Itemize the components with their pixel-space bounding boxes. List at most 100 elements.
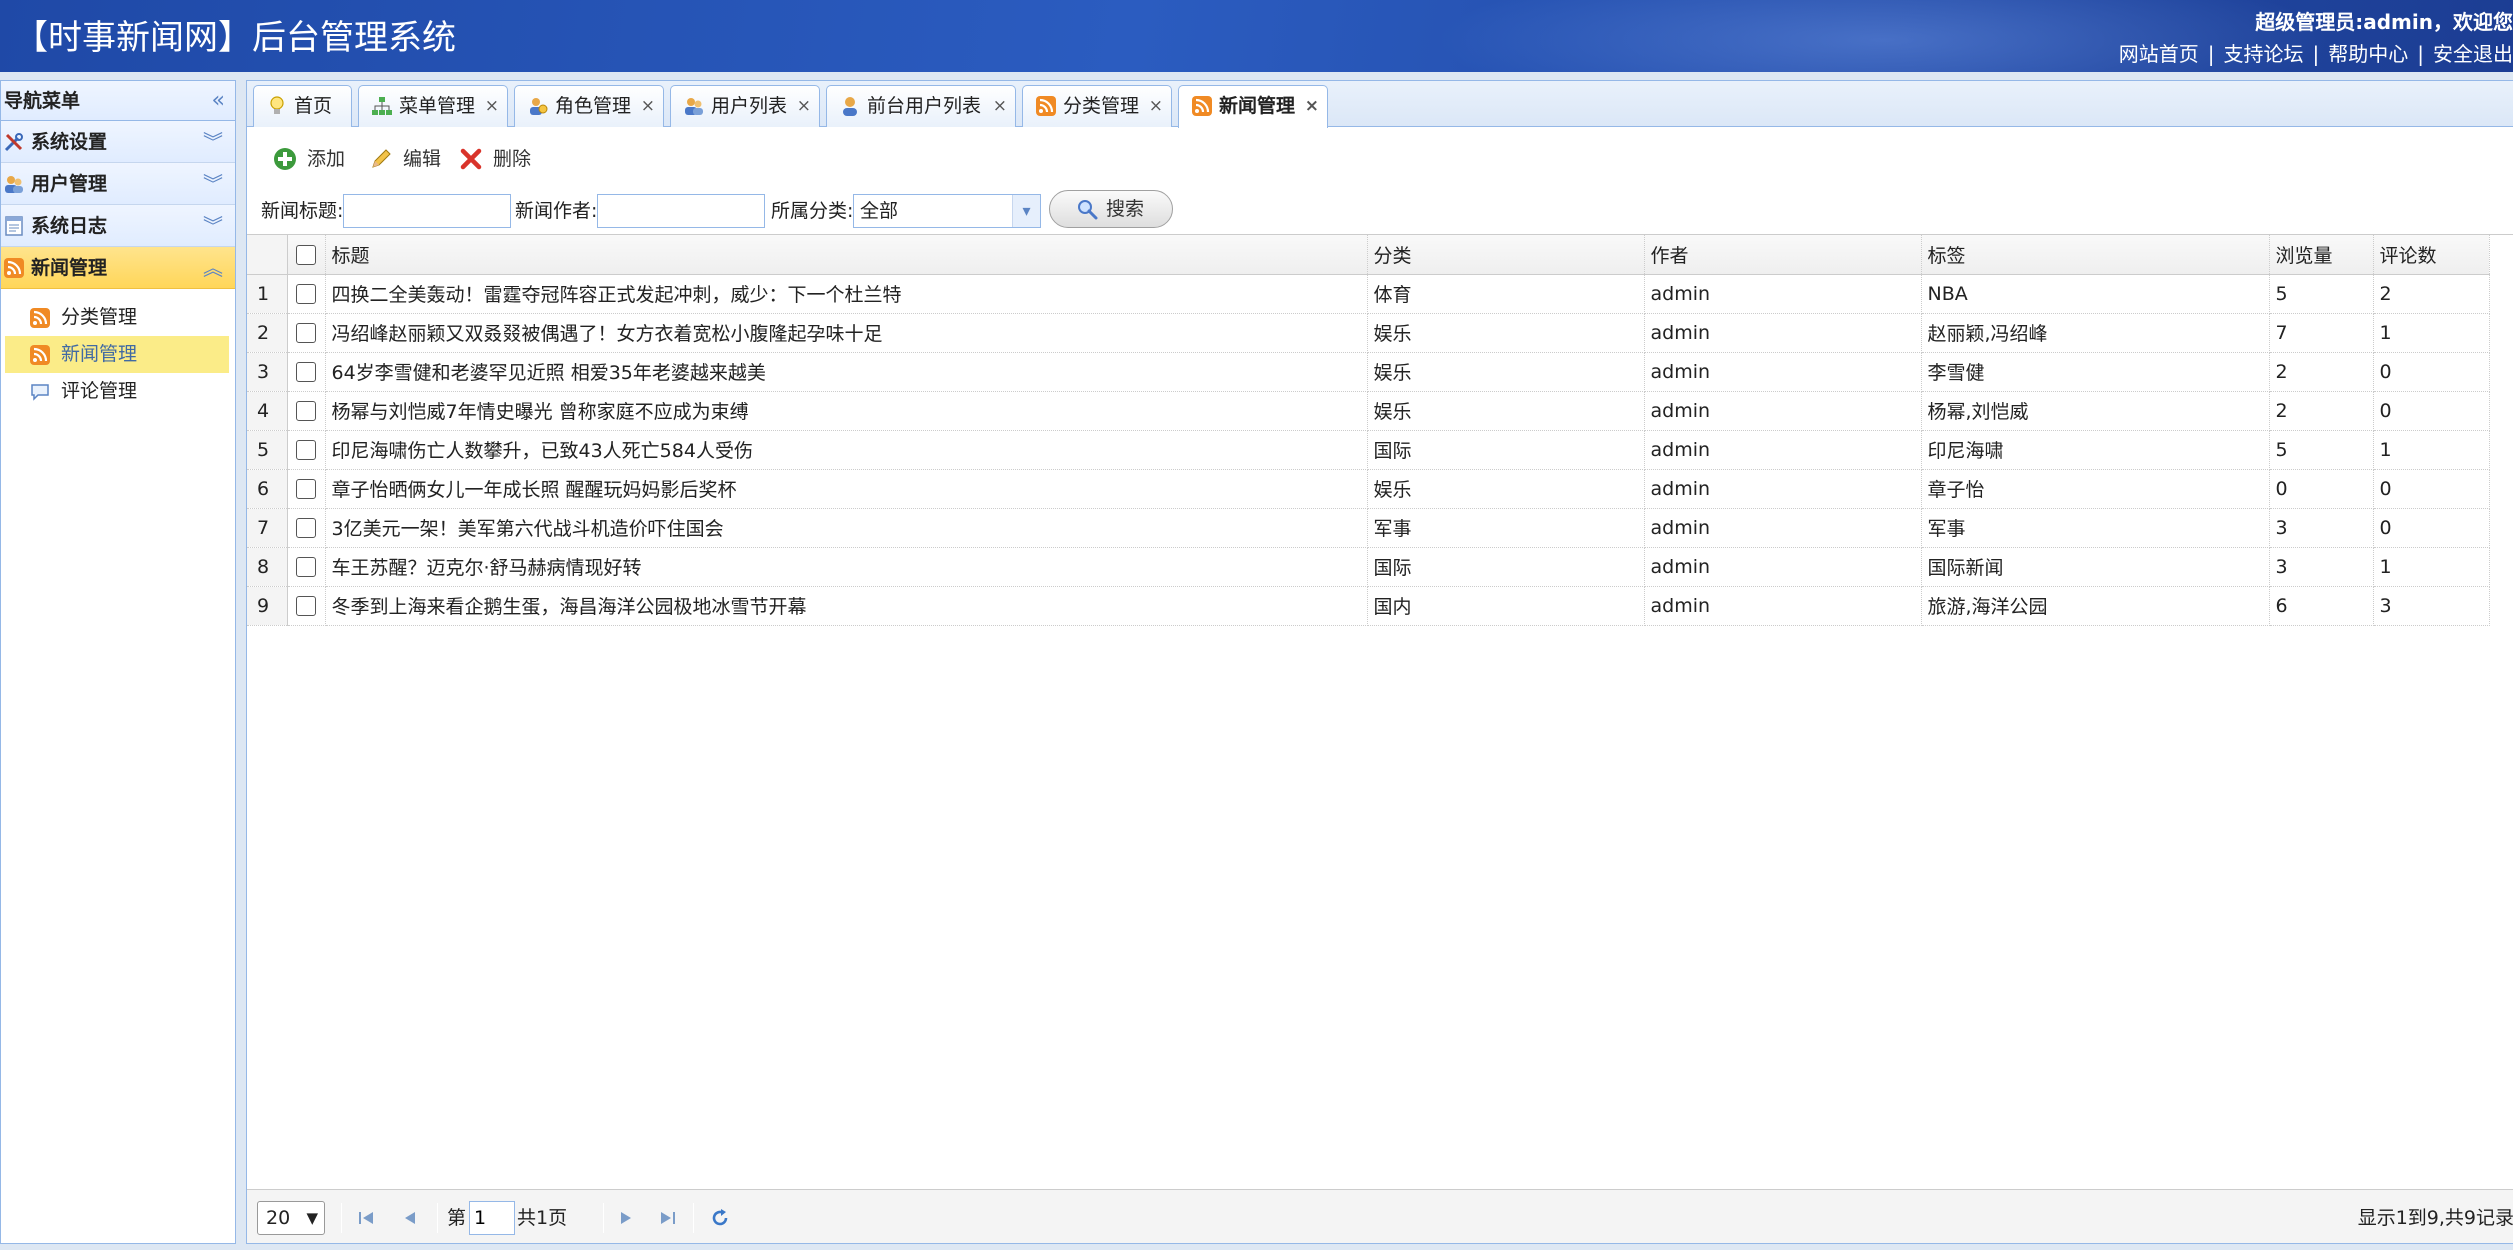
- tools-icon: [4, 133, 23, 152]
- cell-title: 章子怡晒俩女儿一年成长照 醒醒玩妈妈影后奖杯: [325, 469, 1368, 509]
- next-page-icon[interactable]: [613, 1204, 639, 1232]
- table-row[interactable]: 2 冯绍峰赵丽颖又双叒叕被偶遇了！女方衣着宽松小腹隆起孕味十足 娱乐 admin…: [247, 313, 2490, 353]
- close-icon[interactable]: ×: [641, 86, 655, 126]
- table-row[interactable]: 1 四换二全美轰动！雷霆夺冠阵容正式发起冲刺，威少：下一个杜兰特 体育 admi…: [247, 274, 2490, 314]
- cell-category: 娱乐: [1367, 469, 1645, 509]
- link-help-center[interactable]: 帮助中心: [2328, 42, 2408, 66]
- checkbox[interactable]: [296, 323, 316, 343]
- link-support-forum[interactable]: 支持论坛: [2224, 42, 2304, 66]
- checkbox[interactable]: [296, 557, 316, 577]
- close-icon[interactable]: ×: [1149, 86, 1163, 126]
- close-icon[interactable]: ×: [485, 86, 499, 126]
- tab-home[interactable]: 首页: [253, 85, 352, 127]
- table-row[interactable]: 3 64岁李雪健和老婆罕见近照 相爱35年老婆越来越美 娱乐 admin 李雪健…: [247, 352, 2490, 392]
- row-number: 3: [247, 352, 288, 392]
- row-checkbox[interactable]: [287, 274, 326, 314]
- checkbox[interactable]: [296, 479, 316, 499]
- tab-user-list[interactable]: 用户列表 ×: [670, 85, 820, 127]
- last-page-icon[interactable]: [655, 1204, 681, 1232]
- checkbox[interactable]: [296, 401, 316, 421]
- cell-comments: 0: [2373, 508, 2490, 548]
- row-checkbox[interactable]: [287, 430, 326, 470]
- search-label: 搜索: [1106, 198, 1145, 220]
- tab-label: 新闻管理: [1219, 95, 1296, 117]
- add-button[interactable]: 添加: [273, 142, 345, 176]
- row-checkbox[interactable]: [287, 313, 326, 353]
- sidebar-item-comment-management[interactable]: 评论管理: [5, 373, 229, 410]
- cell-views: 3: [2269, 547, 2374, 587]
- delete-button[interactable]: 删除: [459, 142, 531, 176]
- news-author-input[interactable]: [597, 194, 765, 228]
- close-icon[interactable]: ×: [993, 86, 1007, 126]
- tab-menu-management[interactable]: 菜单管理 ×: [358, 85, 508, 127]
- pager-separator: [437, 1203, 438, 1233]
- cell-tags: 国际新闻: [1921, 547, 2270, 587]
- checkbox[interactable]: [296, 244, 316, 265]
- cell-category: 国际: [1367, 547, 1645, 587]
- cell-author: admin: [1644, 352, 1922, 392]
- row-checkbox[interactable]: [287, 352, 326, 392]
- news-title-input[interactable]: [343, 194, 511, 228]
- cell-tags: 章子怡: [1921, 469, 2270, 509]
- refresh-icon[interactable]: [707, 1204, 733, 1232]
- prev-page-icon[interactable]: [397, 1204, 423, 1232]
- row-checkbox[interactable]: [287, 586, 326, 626]
- cell-category: 国际: [1367, 430, 1645, 470]
- row-checkbox[interactable]: [287, 547, 326, 587]
- comment-icon: [31, 384, 49, 401]
- cell-views: 5: [2269, 274, 2374, 314]
- sidebar-item-news-management[interactable]: 新闻管理: [5, 336, 229, 373]
- checkbox[interactable]: [296, 440, 316, 460]
- row-checkbox[interactable]: [287, 508, 326, 548]
- tab-role-management[interactable]: 角色管理 ×: [514, 85, 664, 127]
- cell-author: admin: [1644, 313, 1922, 353]
- checkbox[interactable]: [296, 596, 316, 616]
- sidebar-group-news-management[interactable]: 新闻管理 ︽: [1, 247, 235, 289]
- cell-category: 国内: [1367, 586, 1645, 626]
- users-icon: [685, 98, 703, 115]
- row-checkbox[interactable]: [287, 391, 326, 431]
- table-row[interactable]: 7 3亿美元一架！美军第六代战斗机造价吓住国会 军事 admin 军事 3 0: [247, 508, 2490, 548]
- table-row[interactable]: 5 印尼海啸伤亡人数攀升，已致43人死亡584人受伤 国际 admin 印尼海啸…: [247, 430, 2490, 470]
- column-header-author[interactable]: 作者: [1644, 235, 1922, 275]
- tab-frontend-user-list[interactable]: 前台用户列表 ×: [826, 85, 1016, 127]
- table-row[interactable]: 6 章子怡晒俩女儿一年成长照 醒醒玩妈妈影后奖杯 娱乐 admin 章子怡 0 …: [247, 469, 2490, 509]
- cell-title: 3亿美元一架！美军第六代战斗机造价吓住国会: [325, 508, 1368, 548]
- column-header-comments[interactable]: 评论数: [2373, 235, 2490, 275]
- search-button[interactable]: 搜索: [1049, 190, 1173, 228]
- collapse-sidebar-icon[interactable]: «: [212, 81, 225, 121]
- sidebar-group-system-log[interactable]: 系统日志 ︾: [1, 205, 235, 247]
- edit-button[interactable]: 编辑: [369, 142, 441, 176]
- table-row[interactable]: 8 车王苏醒？迈克尔·舒马赫病情现好转 国际 admin 国际新闻 3 1: [247, 547, 2490, 587]
- sidebar-group-user-management[interactable]: 用户管理 ︾: [1, 163, 235, 205]
- tab-news-management[interactable]: 新闻管理 ×: [1178, 85, 1328, 128]
- column-header-tags[interactable]: 标签: [1921, 235, 2270, 275]
- pencil-icon: [372, 149, 391, 168]
- column-header-title[interactable]: 标题: [325, 235, 1368, 275]
- page-number-input[interactable]: [469, 1201, 515, 1235]
- link-logout[interactable]: 安全退出: [2433, 42, 2513, 66]
- cell-author: admin: [1644, 508, 1922, 548]
- column-header-views[interactable]: 浏览量: [2269, 235, 2374, 275]
- table-row[interactable]: 9 冬季到上海来看企鹅生蛋，海昌海洋公园极地冰雪节开幕 国内 admin 旅游,…: [247, 586, 2490, 626]
- sidebar-group-system-settings[interactable]: 系统设置 ︾: [1, 121, 235, 163]
- table-row[interactable]: 4 杨幂与刘恺威7年情史曝光 曾称家庭不应成为束缚 娱乐 admin 杨幂,刘恺…: [247, 391, 2490, 431]
- site-title: 【时事新闻网】后台管理系统: [14, 18, 456, 58]
- close-icon[interactable]: ×: [797, 86, 811, 126]
- close-icon[interactable]: ×: [1305, 86, 1319, 126]
- tab-category-management[interactable]: 分类管理 ×: [1022, 85, 1172, 127]
- row-number: 7: [247, 508, 288, 548]
- link-site-home[interactable]: 网站首页: [2119, 42, 2199, 66]
- row-checkbox[interactable]: [287, 469, 326, 509]
- first-page-icon[interactable]: [353, 1204, 379, 1232]
- page-size-select[interactable]: 20 ▼: [257, 1201, 325, 1235]
- select-all-checkbox[interactable]: [287, 235, 326, 275]
- content-panel: 首页 菜单管理 × 角色管理 × 用户列表 × 前台用户列表 × 分类管理 ×: [246, 80, 2513, 1244]
- cell-author: admin: [1644, 274, 1922, 314]
- category-select[interactable]: 全部 ▾: [853, 194, 1041, 228]
- checkbox[interactable]: [296, 284, 316, 304]
- checkbox[interactable]: [296, 518, 316, 538]
- sidebar-item-category-management[interactable]: 分类管理: [5, 299, 229, 336]
- checkbox[interactable]: [296, 362, 316, 382]
- column-header-category[interactable]: 分类: [1367, 235, 1645, 275]
